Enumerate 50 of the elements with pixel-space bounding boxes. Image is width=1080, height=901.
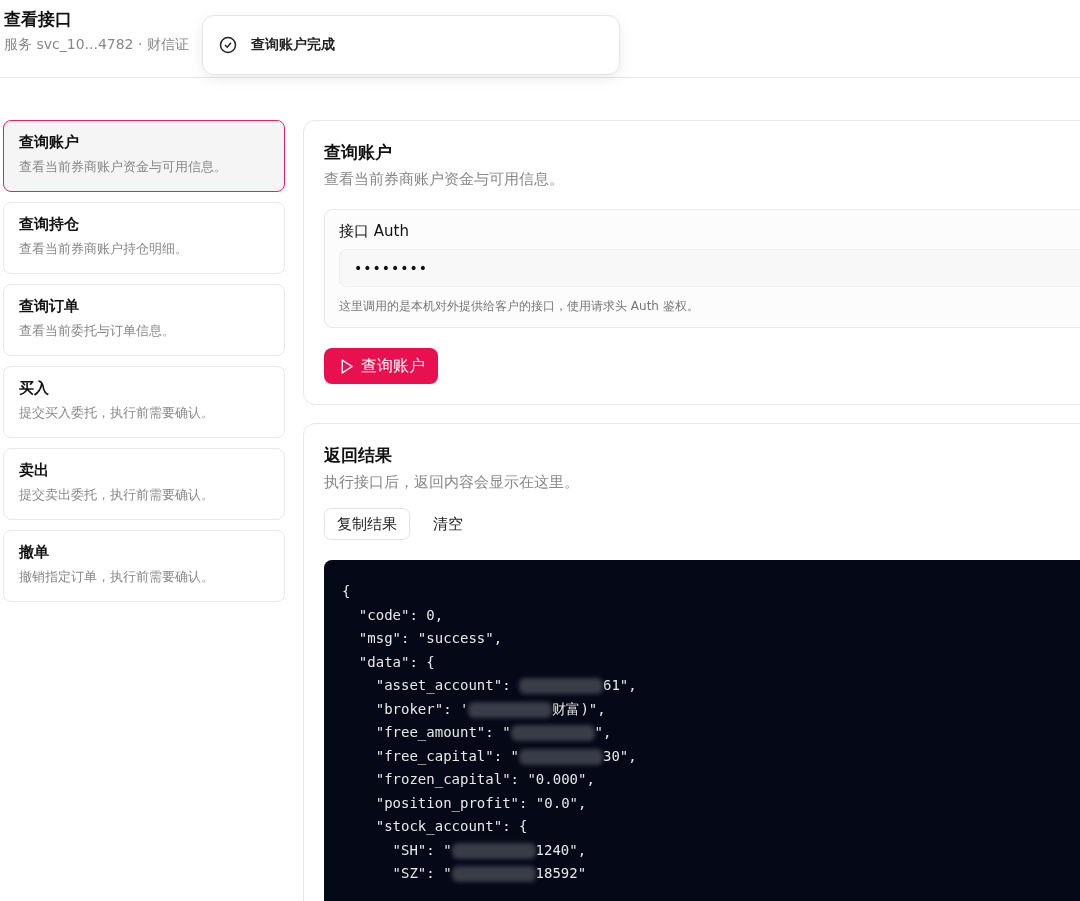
code-text: 61", [603,677,637,693]
code-text: "stock_account": { [374,818,528,834]
code-text: "broker": ' [374,700,469,717]
item-title: 查询持仓 [19,215,80,234]
code-text: "data": { [357,653,435,670]
item-description: 提交卖出委托，执行前需要确认。 [19,486,215,504]
auth-input-field[interactable]: •••••••• [339,249,1080,287]
code-text: ", [594,724,612,740]
sidebar-item[interactable]: 撤单 撤销指定订单，执行前需要确认。 [3,530,285,602]
code-text: "SZ": " [391,865,452,881]
code-text: { [342,583,351,599]
auth-hint: 这里调用的是本机对外提供给客户的接口，使用请求头 Auth 鉴权。 [339,298,700,315]
panel-description: 查看当前券商账户资金与可用信息。 [324,170,565,189]
item-title: 查询订单 [19,297,80,316]
code-text: 30", [603,747,637,764]
item-title: 撤单 [19,543,50,562]
auth-label: 接口 Auth [339,222,410,241]
code-text: "asset_account": [374,677,512,693]
code-text: 18592" [535,865,587,881]
panel-title: 返回结果 [324,444,393,467]
code-text: "frozen_capital": "0.000", [374,771,595,787]
service-subtitle: 服务 svc_10...4782 · 财信证 [4,36,189,54]
item-description: 查看当前委托与订单信息。 [19,322,176,340]
code-text: 1240", [535,841,587,858]
sidebar-item[interactable]: 查询账户 查看当前券商账户资金与可用信息。 [3,120,285,192]
toast-text: 查询账户完成 [251,36,335,54]
page-title: 查看接口 [4,8,73,30]
sidebar-item[interactable]: 查询持仓 查看当前券商账户持仓明细。 [3,202,285,274]
sidebar-item[interactable]: 查询订单 查看当前委托与订单信息。 [3,284,285,356]
code-text: 财富)", [552,700,606,717]
item-description: 查看当前券商账户持仓明细。 [19,240,189,258]
sidebar-item[interactable]: 卖出 提交卖出委托，执行前需要确认。 [3,448,285,520]
run-button[interactable]: 查询账户 [324,348,438,384]
panel-description: 执行接口后，返回内容会显示在这里。 [324,473,580,492]
item-title: 查询账户 [19,133,80,152]
code-text: "msg": "success", [357,630,503,646]
item-description: 撤销指定订单，执行前需要确认。 [19,568,215,586]
item-title: 卖出 [19,461,50,480]
code-text: "free_capital": " [374,747,519,764]
check-circle-icon [219,36,237,54]
sidebar-item[interactable]: 买入 提交买入委托，执行前需要确认。 [3,366,285,438]
code-text: "code": 0, [357,606,444,623]
item-description: 查看当前券商账户资金与可用信息。 [19,158,228,176]
code-text: "position_profit": "0.0", [374,794,587,811]
code-text: "SH": " [391,841,452,858]
item-description: 提交买入委托，执行前需要确认。 [19,404,215,422]
panel-title: 查询账户 [324,141,393,164]
code-text: "free_amount": " [374,724,511,740]
item-title: 买入 [19,379,50,398]
copy-button[interactable]: 复制结果 [324,508,410,540]
